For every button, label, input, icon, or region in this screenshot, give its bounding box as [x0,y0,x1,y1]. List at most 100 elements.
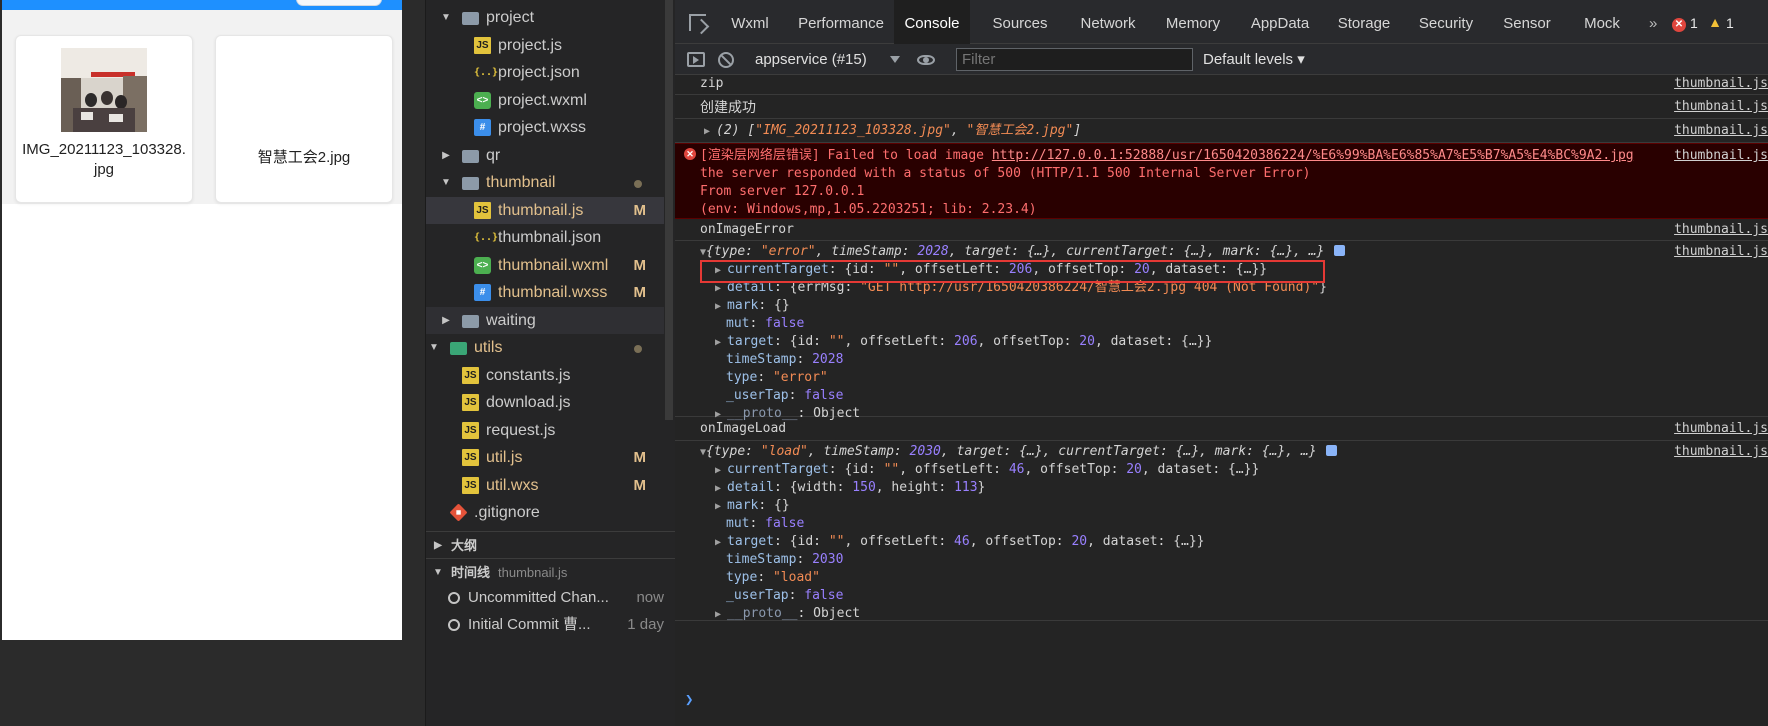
tree-item[interactable]: JS project.js [426,32,664,59]
git-status-badge: M [633,256,647,274]
error-line: [渲染层网络层错误] Failed to load image http://1… [700,148,1634,163]
tab-storage[interactable]: Storage [1329,0,1399,44]
tree-item-label: thumbnail [486,174,556,191]
tree-item[interactable]: ▶ waiting [426,306,664,334]
error-line: (env: Windows,mp,1.05.2203251; lib: 2.23… [700,202,1037,217]
tab-security[interactable]: Security [1407,0,1485,44]
warning-count[interactable]: ▲ 1 [1708,0,1734,47]
chevron-right-icon[interactable]: ▶ [440,142,452,169]
tree-item[interactable]: # thumbnail.wxss M [426,279,664,306]
chevron-down-icon[interactable]: ▼ [428,334,440,361]
collapse-arrow-icon[interactable]: ▼ [700,447,706,458]
tree-item[interactable]: ▼ utils [426,334,664,361]
tab-wxml[interactable]: Wxml [719,0,781,44]
tree-item[interactable]: {..} thumbnail.json [426,224,664,251]
tree-item[interactable]: # project.wxss [426,114,664,141]
console-prompt[interactable]: ❯ [685,692,693,708]
console-error-message: ✕ [渲染层网络层错误] Failed to load image http:/… [675,143,1768,219]
tab-mock[interactable]: Mock [1571,0,1633,44]
timeline-item[interactable]: Uncommitted Chan... now [426,584,676,611]
source-link[interactable]: thumbnail.js [1674,147,1768,165]
wxss-file-icon: # [474,284,491,301]
tree-item[interactable]: <> thumbnail.wxml M [426,252,664,279]
chevron-down-icon[interactable] [890,56,900,63]
source-link[interactable]: thumbnail.js [1674,420,1768,438]
clear-console-icon[interactable] [718,52,734,68]
more-tabs-button[interactable]: » [1649,0,1657,47]
log-levels-dropdown[interactable]: Default levels ▾ [1203,44,1305,75]
source-link[interactable]: thumbnail.js [1674,243,1768,261]
object-summary[interactable]: ▼{type: "load", timeStamp: 2030, target:… [700,443,1338,461]
object-property[interactable]: ▶ mark: {} [715,297,790,315]
tab-sensor[interactable]: Sensor [1493,0,1561,44]
modified-dot [634,180,642,188]
outline-label: 大纲 [451,538,478,553]
modified-dot [634,345,642,353]
object-property[interactable]: ▶ mark: {} [715,497,790,515]
tree-item-label: .gitignore [474,504,540,521]
source-link[interactable]: thumbnail.js [1674,75,1768,93]
tab-network[interactable]: Network [1072,0,1144,44]
tree-item[interactable]: ◆ .gitignore [426,499,664,526]
tree-item[interactable]: JS download.js [426,389,664,416]
tree-item[interactable]: JS thumbnail.js M [426,196,664,224]
console-message[interactable]: ▶ (2) ["IMG_20211123_103328.jpg", "智慧工会2… [675,119,1768,143]
chevron-down-icon[interactable]: ▼ [440,169,452,196]
object-property[interactable]: ▶ detail: {width: 150, height: 113} [715,479,985,497]
object-property[interactable]: ▶ currentTarget: {id: "", offsetLeft: 46… [715,461,1259,479]
object-property[interactable]: ▶ __proto__: Object [715,605,860,623]
chevron-down-icon[interactable]: ▼ [440,4,452,31]
folder-icon [450,342,467,355]
tab-performance[interactable]: Performance [792,0,890,44]
tree-item[interactable]: JS util.js M [426,444,664,471]
object-property: type: "error" [726,370,828,385]
source-link[interactable]: thumbnail.js [1674,122,1768,140]
simulator-header-bar [2,0,402,10]
tab-sources[interactable]: Sources [983,0,1057,44]
show-sidebar-icon[interactable] [687,52,705,67]
object-property[interactable]: ▶ target: {id: "", offsetLeft: 46, offse… [715,533,1205,551]
tree-item-label: project.js [498,36,563,54]
error-url-link[interactable]: http://127.0.0.1:52888/usr/1650420386224… [992,148,1634,163]
object-property: mut: false [726,316,805,331]
object-summary[interactable]: ▼{type: "error", timeStamp: 2028, target… [700,243,1346,261]
tree-item[interactable]: JS request.js [426,417,664,444]
timeline-item[interactable]: Initial Commit 曹... 1 day [426,611,676,638]
tab-console[interactable]: Console [894,0,970,44]
tree-item[interactable]: ▼ thumbnail [426,169,664,196]
commit-circle-icon [448,592,460,604]
tree-item[interactable]: JS constants.js [426,362,664,389]
eye-icon[interactable] [917,55,935,65]
tab-memory[interactable]: Memory [1155,0,1231,44]
tree-item[interactable]: JS util.wxs M [426,472,664,499]
timeline-item-label: Initial Commit 曹... [468,616,591,633]
image-card[interactable]: IMG_20211123_103328.jpg [15,35,193,203]
folder-icon [462,12,479,25]
tab-appdata[interactable]: AppData [1240,0,1320,44]
tree-item[interactable]: <> project.wxml [426,87,664,114]
source-link[interactable]: thumbnail.js [1674,221,1768,239]
timeline-section[interactable]: ▼ 时间线 thumbnail.js [426,558,676,585]
context-selector[interactable]: appservice (#15) [755,44,867,75]
image-thumbnail[interactable] [61,48,147,132]
source-link[interactable]: thumbnail.js [1674,443,1768,461]
chevron-right-icon[interactable]: ▶ [440,307,452,334]
log-text: zip [700,76,724,91]
tree-item[interactable]: ▶ qr [426,142,664,169]
array-log[interactable]: ▶ (2) ["IMG_20211123_103328.jpg", "智慧工会2… [704,122,1081,140]
image-card[interactable]: 智慧工会2.jpg [215,35,393,203]
outline-section[interactable]: ▶ 大纲 [426,531,676,558]
filter-input[interactable] [956,48,1193,71]
git-icon: ◆ [449,503,468,522]
tree-item[interactable]: ▼ project [426,4,664,31]
capsule-button[interactable] [296,0,382,6]
explorer-scrollbar[interactable] [665,0,673,420]
expand-arrow-icon[interactable]: ▶ [704,126,716,137]
timeline-file: thumbnail.js [498,565,568,580]
inspect-element-icon[interactable] [689,14,706,31]
tree-item[interactable]: {..} project.json [426,59,664,86]
collapse-arrow-icon[interactable]: ▼ [700,247,706,258]
source-link[interactable]: thumbnail.js [1674,98,1768,116]
error-count[interactable]: ✕ 1 [1672,0,1698,47]
object-property[interactable]: ▶ target: {id: "", offsetLeft: 206, offs… [715,333,1212,351]
